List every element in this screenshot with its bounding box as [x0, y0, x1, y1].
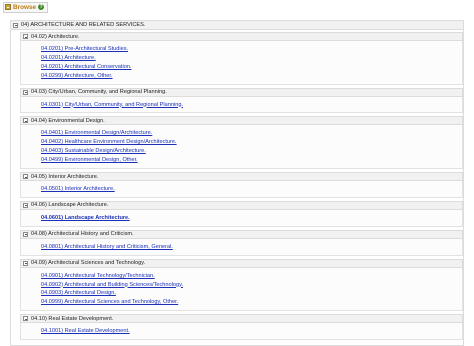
- group-04-10: 04.10) Real Estate Development. 04.1001)…: [20, 314, 463, 341]
- browse-button[interactable]: Browse ?: [3, 1, 49, 13]
- group-items: 04.1001) Real Estate Development.: [20, 323, 463, 341]
- group-title: 04.06) Landscape Architecture.: [31, 202, 109, 209]
- browse-label: Browse: [13, 3, 37, 11]
- group-04-05: 04.05) Interior Architecture. 04.0501) I…: [20, 172, 463, 198]
- group-header[interactable]: 04.08) Architectural History and Critici…: [20, 229, 463, 239]
- program-link[interactable]: 04.0902) Architectural and Building Scie…: [41, 281, 462, 290]
- group-04-09: 04.09) Architectural Sciences and Techno…: [20, 258, 463, 312]
- program-link[interactable]: 04.0499) Environmental Design, Other.: [41, 156, 462, 165]
- help-icon[interactable]: ?: [38, 4, 45, 10]
- group-title: 04.04) Environmental Design.: [31, 117, 105, 124]
- group-items: 04.0501) Interior Architecture.: [20, 181, 463, 198]
- collapse-icon[interactable]: [23, 231, 28, 237]
- folder-icon: [5, 4, 11, 10]
- program-link[interactable]: 04.0999) Architectural Sciences and Tech…: [41, 298, 462, 307]
- program-link[interactable]: 04.0201) Architecture.: [41, 54, 462, 63]
- root-section-header[interactable]: 04) ARCHITECTURE AND RELATED SERVICES.: [10, 20, 464, 30]
- group-04-08: 04.08) Architectural History and Critici…: [20, 229, 463, 256]
- group-title: 04.09) Architectural Sciences and Techno…: [31, 260, 146, 267]
- group-items: 04.0601) Landscape Architecture.: [20, 209, 463, 227]
- program-link[interactable]: 04.0501) Interior Architecture.: [41, 185, 462, 194]
- collapse-icon[interactable]: [23, 89, 28, 95]
- group-items: 04.0301) City/Urban, Community, and Regi…: [20, 96, 463, 114]
- group-title: 04.10) Real Estate Development.: [31, 315, 114, 322]
- collapse-icon[interactable]: [13, 22, 18, 28]
- group-title: 04.02) Architecture.: [31, 33, 80, 40]
- group-header[interactable]: 04.04) Environmental Design.: [20, 116, 463, 126]
- group-04-02: 04.02) Architecture. 04.0201) Pre-Archit…: [20, 32, 463, 85]
- group-items: 04.0901) Architectural Technology/Techni…: [20, 267, 463, 312]
- group-header[interactable]: 04.09) Architectural Sciences and Techno…: [20, 258, 463, 268]
- group-items: 04.0801) Architectural History and Criti…: [20, 238, 463, 256]
- program-link[interactable]: 04.0201) Pre-Architectural Studies.: [41, 45, 462, 54]
- program-link[interactable]: 04.0403) Sustainable Design/Architecture…: [41, 147, 462, 156]
- collapse-icon[interactable]: [23, 118, 28, 124]
- group-items: 04.0201) Pre-Architectural Studies. 04.0…: [20, 41, 463, 85]
- group-04-03: 04.03) City/Urban, Community, and Region…: [20, 87, 463, 114]
- program-link-selected[interactable]: 04.0601) Landscape Architecture.: [41, 214, 462, 223]
- collapse-icon[interactable]: [23, 260, 28, 266]
- program-link[interactable]: 04.0301) City/Urban, Community, and Regi…: [41, 101, 462, 110]
- group-04-04: 04.04) Environmental Design. 04.0401) En…: [20, 116, 463, 170]
- group-title: 04.08) Architectural History and Critici…: [31, 231, 134, 238]
- group-header[interactable]: 04.06) Landscape Architecture.: [20, 200, 463, 210]
- collapse-icon[interactable]: [23, 316, 28, 322]
- group-header[interactable]: 04.03) City/Urban, Community, and Region…: [20, 87, 463, 97]
- root-section-title: 04) ARCHITECTURE AND RELATED SERVICES.: [21, 22, 146, 28]
- group-title: 04.03) City/Urban, Community, and Region…: [31, 89, 167, 96]
- collapse-icon[interactable]: [23, 174, 28, 180]
- program-link[interactable]: 04.0903) Architectural Design.: [41, 289, 462, 298]
- group-title: 04.05) Interior Architecture.: [31, 173, 99, 180]
- group-header[interactable]: 04.10) Real Estate Development.: [20, 314, 463, 324]
- group-header[interactable]: 04.02) Architecture.: [20, 32, 463, 41]
- program-link[interactable]: 04.0299) Architecture, Other.: [41, 72, 462, 81]
- program-link[interactable]: 04.0402) Healthcare Environment Design/A…: [41, 138, 462, 147]
- program-link[interactable]: 04.0201) Architectural Conservation.: [41, 63, 462, 72]
- group-items: 04.0401) Environmental Design/Architectu…: [20, 125, 463, 170]
- program-link[interactable]: 04.0801) Architectural History and Criti…: [41, 243, 462, 252]
- collapse-icon[interactable]: [23, 34, 28, 39]
- program-link[interactable]: 04.0901) Architectural Technology/Techni…: [41, 272, 462, 281]
- program-tree: 04) ARCHITECTURE AND RELATED SERVICES. 0…: [10, 20, 464, 346]
- group-header[interactable]: 04.05) Interior Architecture.: [20, 172, 463, 182]
- collapse-icon[interactable]: [23, 202, 28, 208]
- program-link[interactable]: 04.0401) Environmental Design/Architectu…: [41, 129, 462, 138]
- browse-bar: Browse ?: [3, 1, 469, 13]
- root-section-body: 04.02) Architecture. 04.0201) Pre-Archit…: [10, 30, 464, 346]
- group-04-06: 04.06) Landscape Architecture. 04.0601) …: [20, 200, 463, 227]
